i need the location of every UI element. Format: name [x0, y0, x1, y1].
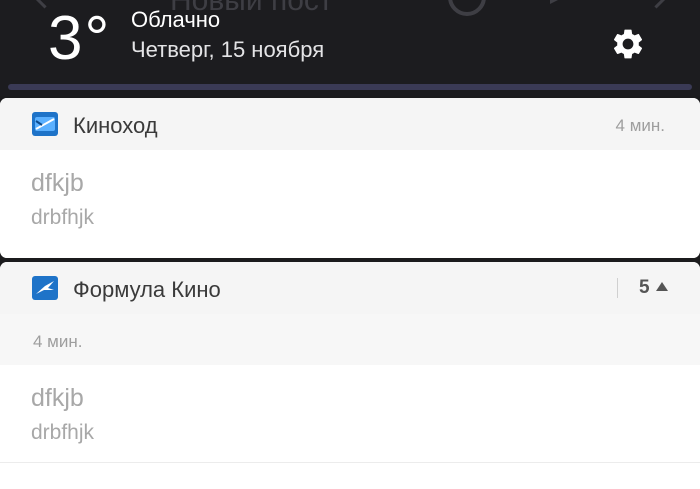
quick-status-header: Новый пост 3° Облачно Четверг, 15 ноября — [0, 0, 700, 96]
notification-card-kinohod[interactable]: Киноход 4 мин. dfkjb drbfhjk — [0, 98, 700, 258]
notification-time: 4 мин. — [615, 116, 665, 135]
notification-header[interactable]: Киноход 4 мин. — [0, 98, 700, 150]
app-name: Киноход — [73, 113, 158, 138]
header-separator — [617, 278, 618, 298]
circle-icon — [448, 0, 486, 16]
notification-count[interactable]: 5 — [639, 277, 650, 299]
date-label[interactable]: Четверг, 15 ноября — [131, 37, 324, 63]
notification-shade: Новый пост 3° Облачно Четверг, 15 ноября… — [0, 0, 700, 489]
kinohod-app-icon — [32, 112, 58, 136]
gear-icon[interactable] — [610, 26, 646, 62]
header-divider — [8, 84, 692, 90]
divider — [0, 462, 700, 463]
formula-kino-app-icon — [32, 276, 58, 300]
notification-header[interactable]: Формула Кино 5 — [0, 262, 700, 314]
notification-time: 4 мин. — [33, 332, 83, 351]
send-icon — [550, 0, 568, 4]
notification-text: drbfhjk — [31, 421, 95, 444]
temperature[interactable]: 3° — [48, 6, 111, 72]
notification-body[interactable]: dfkjb drbfhjk — [0, 150, 700, 258]
collapse-caret-icon[interactable] — [656, 282, 668, 291]
app-name: Формула Кино — [73, 277, 221, 302]
notification-body[interactable]: dfkjb drbfhjk — [0, 365, 700, 475]
notification-title: dfkjb — [31, 384, 84, 412]
weather-condition[interactable]: Облачно — [131, 7, 220, 33]
notification-card-formula-kino[interactable]: Формула Кино 5 4 мин. dfkjb drbfhjk — [0, 262, 700, 489]
notification-text: drbfhjk — [31, 206, 95, 229]
notification-subheader: 4 мин. — [0, 314, 700, 365]
notification-title: dfkjb — [31, 169, 84, 197]
forward-arrow-icon — [644, 0, 669, 9]
